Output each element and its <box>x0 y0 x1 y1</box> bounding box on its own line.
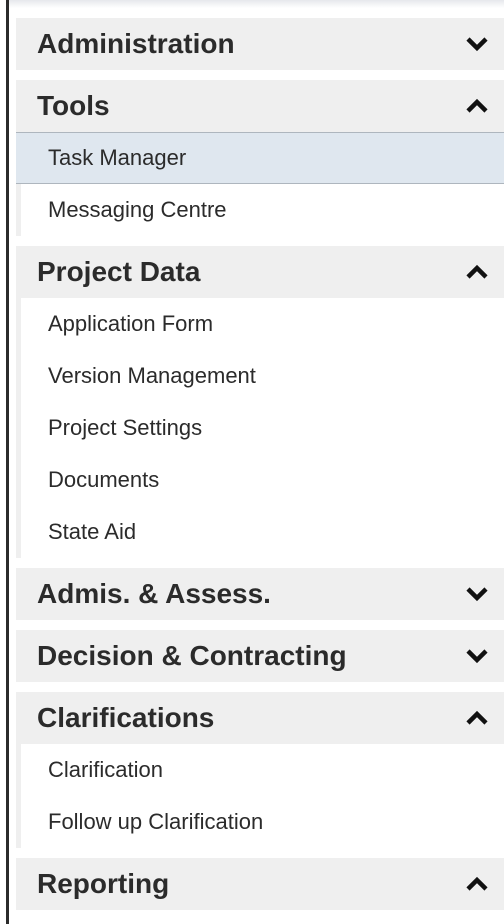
section-project-data: Project Data Application Form Version Ma… <box>16 246 504 558</box>
section-header-project-data[interactable]: Project Data <box>16 246 504 298</box>
section-header-tools[interactable]: Tools <box>16 80 504 132</box>
chevron-down-icon <box>464 584 490 604</box>
section-items: Clarification Follow up Clarification <box>21 744 504 848</box>
section-header-clarifications[interactable]: Clarifications <box>16 692 504 744</box>
chevron-up-icon <box>464 96 490 116</box>
nav-item-state-aid[interactable]: State Aid <box>16 506 504 558</box>
nav-item-documents[interactable]: Documents <box>16 454 504 506</box>
sidebar-left-border <box>6 0 9 924</box>
section-decision-contracting: Decision & Contracting <box>16 630 504 682</box>
section-title: Clarifications <box>37 702 215 733</box>
section-clarifications: Clarifications Clarification Follow up C… <box>16 692 504 848</box>
section-header-reporting[interactable]: Reporting <box>16 858 504 910</box>
section-title: Tools <box>37 90 110 121</box>
nav-item-version-management[interactable]: Version Management <box>16 350 504 402</box>
section-tools: Tools Task Manager Messaging Centre <box>16 80 504 236</box>
nav-item-project-settings[interactable]: Project Settings <box>16 402 504 454</box>
nav-item-follow-up-clarification[interactable]: Follow up Clarification <box>16 796 504 848</box>
chevron-up-icon <box>464 708 490 728</box>
section-title: Administration <box>37 28 235 59</box>
section-items: Application Form Version Management Proj… <box>21 298 504 558</box>
section-reporting: Reporting <box>16 858 504 910</box>
section-admis-assess: Admis. & Assess. <box>16 568 504 620</box>
nav-item-clarification[interactable]: Clarification <box>16 744 504 796</box>
section-title: Reporting <box>37 868 170 899</box>
section-header-admis-assess[interactable]: Admis. & Assess. <box>16 568 504 620</box>
nav-item-messaging-centre[interactable]: Messaging Centre <box>16 184 504 236</box>
section-administration: Administration <box>16 18 504 70</box>
nav-item-application-form[interactable]: Application Form <box>16 298 504 350</box>
section-title: Decision & Contracting <box>37 640 347 671</box>
top-shadow <box>9 0 504 8</box>
section-title: Project Data <box>37 256 201 287</box>
chevron-up-icon <box>464 874 490 894</box>
section-items: Task Manager Messaging Centre <box>16 132 504 236</box>
nav-item-task-manager[interactable]: Task Manager <box>16 132 504 184</box>
section-header-decision-contracting[interactable]: Decision & Contracting <box>16 630 504 682</box>
chevron-down-icon <box>464 646 490 666</box>
sidebar-nav: Administration Tools Task Manager Messag… <box>16 18 504 920</box>
section-title: Admis. & Assess. <box>37 578 271 609</box>
chevron-down-icon <box>464 34 490 54</box>
chevron-up-icon <box>464 262 490 282</box>
section-header-administration[interactable]: Administration <box>16 18 504 70</box>
